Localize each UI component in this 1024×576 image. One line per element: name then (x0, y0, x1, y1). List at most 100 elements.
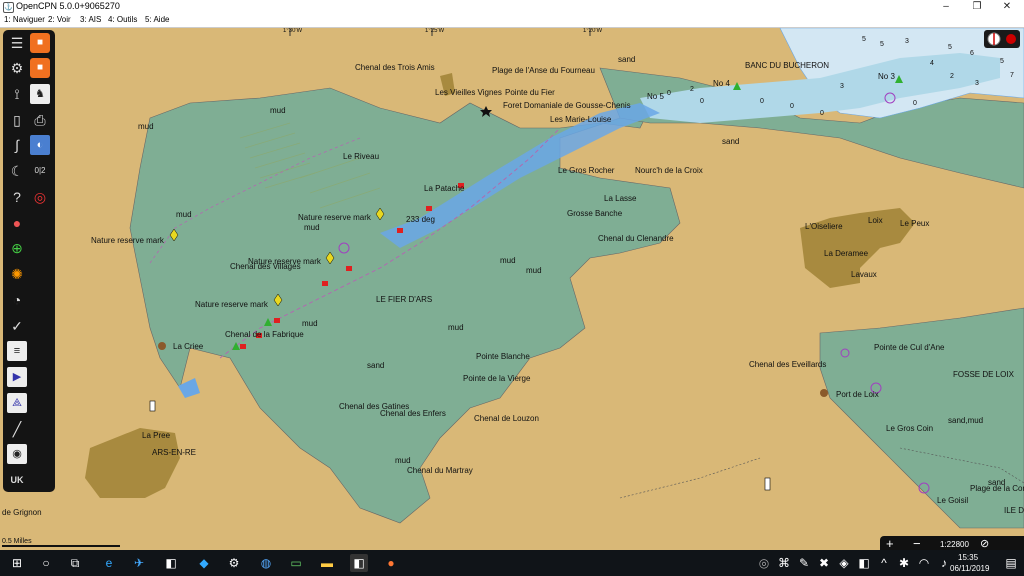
map-label: No 4 (713, 79, 730, 88)
map-label: LE FIER D'ARS (376, 295, 433, 304)
tray-icon[interactable]: ⌘ (775, 554, 793, 572)
sounding: 0 (760, 98, 764, 105)
menu-naviguer[interactable]: 1: Naviguer (4, 15, 45, 24)
record-icon[interactable]: ● (7, 213, 27, 233)
document-icon[interactable]: ▯ (7, 110, 27, 130)
route-icon[interactable]: ⟟ (7, 84, 27, 104)
chart-orange-icon-2[interactable]: ■ (30, 58, 50, 78)
folder-icon[interactable]: ▬ (318, 554, 336, 572)
tracks-icon[interactable]: ♞ (30, 84, 50, 104)
tray-icon[interactable]: ^ (875, 554, 893, 572)
sounding: 5 (862, 36, 866, 43)
chart-orange-icon[interactable]: ■ (30, 33, 50, 53)
tray-icon[interactable]: ✱ (895, 554, 913, 572)
globe-icon[interactable]: ◍ (257, 554, 275, 572)
tray-icon[interactable]: ◈ (835, 554, 853, 572)
camera-icon[interactable]: ◉ (7, 444, 27, 464)
zoom-out-button[interactable]: − (913, 536, 921, 551)
notifications-icon[interactable]: ▤ (1002, 554, 1020, 572)
map-label: Nature reserve mark (298, 213, 371, 222)
map-label: Chenal de la Fabrique (225, 330, 304, 339)
map-label: Nature reserve mark (91, 236, 164, 245)
tide-icon[interactable]: ☾ (7, 161, 27, 181)
curve-icon[interactable]: ∫ (7, 135, 27, 155)
maximize-button[interactable]: ❐ (962, 0, 992, 14)
sounding: 3 (975, 80, 979, 87)
map-label: 1°20'W (583, 28, 603, 34)
map-label: Nourc'h de la Croix (635, 166, 703, 175)
sounding: 5 (948, 44, 952, 51)
tray-icon[interactable]: ✖ (815, 554, 833, 572)
task-view-icon[interactable]: ⧉ (66, 554, 84, 572)
sounding: 2 (690, 86, 694, 93)
map-label: sand,mud (948, 416, 984, 425)
sand-label: sand (367, 361, 385, 370)
ruler-icon[interactable]: ╱ (7, 419, 27, 439)
radar-icon[interactable]: ✺ (7, 264, 27, 284)
map-label: No 5 (647, 92, 664, 101)
search-icon[interactable]: ○ (37, 554, 55, 572)
store-icon[interactable]: ◆ (195, 554, 213, 572)
chart-canvas[interactable]: Chenal des Trois Amis Les Vieilles Vigne… (0, 28, 1024, 550)
minimize-button[interactable]: – (931, 0, 961, 14)
menu-ais[interactable]: 3: AIS (80, 15, 101, 24)
firefox-icon[interactable]: ● (382, 554, 400, 572)
drying-area-loix (819, 307, 1024, 529)
map-label: Le Gros Coin (886, 424, 934, 433)
lifebuoy-icon[interactable]: ◎ (30, 187, 50, 207)
clock-time[interactable]: 15:35 (958, 553, 978, 562)
print-icon[interactable]: ⎙ (30, 110, 50, 130)
play-icon[interactable]: ▶ (7, 367, 27, 387)
sounding: 3 (905, 38, 909, 45)
menu-voir[interactable]: 2: Voir (48, 15, 71, 24)
opencpn-active-icon[interactable]: ◧ (350, 554, 368, 572)
help-icon[interactable]: ? (7, 187, 27, 207)
dashboard-icon[interactable]: ◔ (7, 290, 27, 310)
app-icon[interactable]: ✈ (130, 554, 148, 572)
mud-label: mud (500, 256, 516, 265)
sounding: 0 (790, 103, 794, 110)
layer-icon[interactable]: ⊘ (980, 537, 989, 550)
sounding: 5 (1000, 58, 1004, 65)
settings-icon[interactable]: ⚙ (7, 58, 27, 78)
menu-icon[interactable]: ☰ (7, 33, 27, 53)
mud-label: mud (302, 319, 318, 328)
windows-start-icon[interactable]: ⊞ (8, 554, 26, 572)
map-label: L'Oiseliere (805, 222, 843, 231)
target-icon[interactable]: ⊕ (7, 238, 27, 258)
map-label: Chenal des Enfers (380, 409, 446, 418)
gear-app-icon[interactable]: ⚙ (225, 554, 243, 572)
scale-bar (2, 545, 120, 547)
map-label: Pointe de la Vierge (463, 374, 531, 383)
plan-icon[interactable]: ⟁ (7, 393, 27, 413)
map-label: La Pree (142, 431, 171, 440)
terminal-icon[interactable]: ▭ (287, 554, 305, 572)
map-label: FOSSE DE LOIX (953, 370, 1014, 379)
edge-icon[interactable]: e (100, 554, 118, 572)
ais-toggle-icon[interactable]: 0|2 (30, 161, 50, 181)
map-label: Plage de l'Anse du Fourneau (492, 66, 595, 75)
moon-icon[interactable]: ◐ (30, 135, 50, 155)
wifi-icon[interactable]: ◠ (915, 554, 933, 572)
opencpn-icon[interactable]: ◧ (162, 554, 180, 572)
tray-icon[interactable]: ◎ (755, 554, 773, 572)
clock-date[interactable]: 06/11/2019 (950, 564, 989, 573)
sounding: 2 (950, 73, 954, 80)
map-label: BANC DU BUCHERON (745, 61, 830, 70)
tray-icon[interactable]: ◧ (855, 554, 873, 572)
map-label: Les Marie-Louise (550, 115, 612, 124)
notes-icon[interactable]: ≡ (7, 341, 27, 361)
map-label: La Patache (424, 184, 465, 193)
zoom-in-button[interactable]: + (886, 536, 894, 551)
map-label: Nature reserve mark (195, 300, 268, 309)
uk-flag-icon[interactable]: UK (7, 470, 27, 490)
map-label: No 3 (878, 72, 895, 81)
menu-aide[interactable]: 5: Aide (145, 15, 169, 24)
close-button[interactable]: ✕ (992, 0, 1022, 14)
checkmark-icon[interactable]: ✓ (7, 316, 27, 336)
compass-widget[interactable] (984, 30, 1020, 48)
menu-outils[interactable]: 4: Outils (108, 15, 137, 24)
dashed-track-1 (619, 457, 761, 499)
tray-icon[interactable]: ✎ (795, 554, 813, 572)
map-label: Loix (868, 216, 883, 225)
